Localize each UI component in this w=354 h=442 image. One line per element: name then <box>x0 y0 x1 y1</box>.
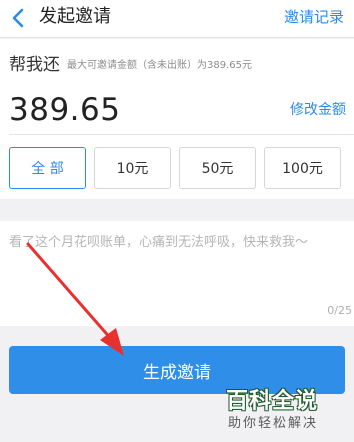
invite-records-link[interactable]: 邀请记录 <box>284 7 344 27</box>
page-title: 发起邀请 <box>39 6 111 27</box>
amount-option-all[interactable]: 全 部 <box>9 147 86 189</box>
amount-value: 389.65 <box>9 92 121 128</box>
watermark-subtitle: 助你轻松解决 <box>228 416 319 431</box>
back-button[interactable] <box>6 6 30 30</box>
max-amount-hint: 最大可邀请金额（含未出账）为389.65元 <box>67 60 252 71</box>
chevron-left-icon <box>12 8 24 28</box>
header-bar: 发起邀请 邀请记录 <box>0 0 354 38</box>
invite-amount-card: 帮我还 最大可邀请金额（含未出账）为389.65元 389.65 修改金额 全 … <box>0 39 354 199</box>
amount-options: 全 部 10元 50元 100元 <box>9 147 349 189</box>
edit-amount-link[interactable]: 修改金额 <box>290 101 346 119</box>
amount-option-100[interactable]: 100元 <box>264 147 341 189</box>
char-counter: 0/25 <box>327 304 352 317</box>
divider <box>9 134 354 135</box>
message-input[interactable]: 看了这个月花呗账单，心痛到无法呼吸，快来救我～ <box>9 234 349 252</box>
amount-option-10[interactable]: 10元 <box>94 147 171 189</box>
watermark-logo: 百科全说 助你轻松解决 <box>222 382 342 438</box>
amount-option-50[interactable]: 50元 <box>179 147 256 189</box>
message-card: 看了这个月花呗账单，心痛到无法呼吸，快来救我～ 0/25 <box>0 221 354 326</box>
watermark-title: 百科全说 <box>226 389 319 414</box>
help-repay-label: 帮我还 <box>9 55 60 75</box>
